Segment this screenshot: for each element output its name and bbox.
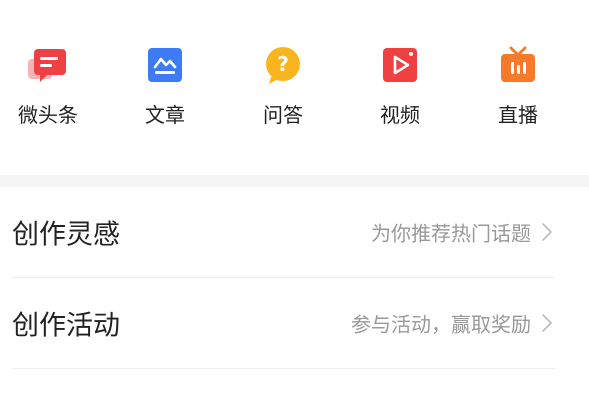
publish-grid: 微头条 文章 ? 问答 视频 直播 [0,0,589,175]
publish-micro-headline-button[interactable]: 微头条 [3,0,93,175]
creation-activity-row[interactable]: 创作活动 参与活动，赢取奖励 [12,278,555,369]
creation-inspiration-row[interactable]: 创作灵感 为你推荐热门话题 [12,187,555,278]
creation-inspiration-hint: 为你推荐热门话题 [371,221,531,246]
creation-activity-title: 创作活动 [12,310,120,342]
publish-live-button[interactable]: 直播 [473,0,563,175]
creation-list: 创作灵感 为你推荐热门话题 创作活动 参与活动，赢取奖励 [0,187,589,369]
live-icon [498,45,538,85]
svg-text:?: ? [277,52,289,76]
publish-micro-headline-label: 微头条 [18,103,78,127]
video-icon [380,45,420,85]
micro-headline-icon [28,45,68,85]
publish-video-button[interactable]: 视频 [355,0,445,175]
creation-inspiration-title: 创作灵感 [12,219,120,251]
creation-activity-hint: 参与活动，赢取奖励 [351,312,531,337]
publish-qa-button[interactable]: ? 问答 [238,0,328,175]
chevron-right-icon [541,313,553,333]
publish-article-button[interactable]: 文章 [120,0,210,175]
publish-qa-label: 问答 [263,103,303,127]
qa-icon: ? [263,45,303,85]
publish-live-label: 直播 [498,103,538,127]
chevron-right-icon [541,222,553,242]
publish-article-label: 文章 [145,103,185,127]
article-icon [145,45,185,85]
section-divider [0,175,589,187]
publish-video-label: 视频 [380,103,420,127]
creation-page: 微头条 文章 ? 问答 视频 直播 创作灵感 为你推荐热门话题 创作活动 参与活… [0,0,589,400]
